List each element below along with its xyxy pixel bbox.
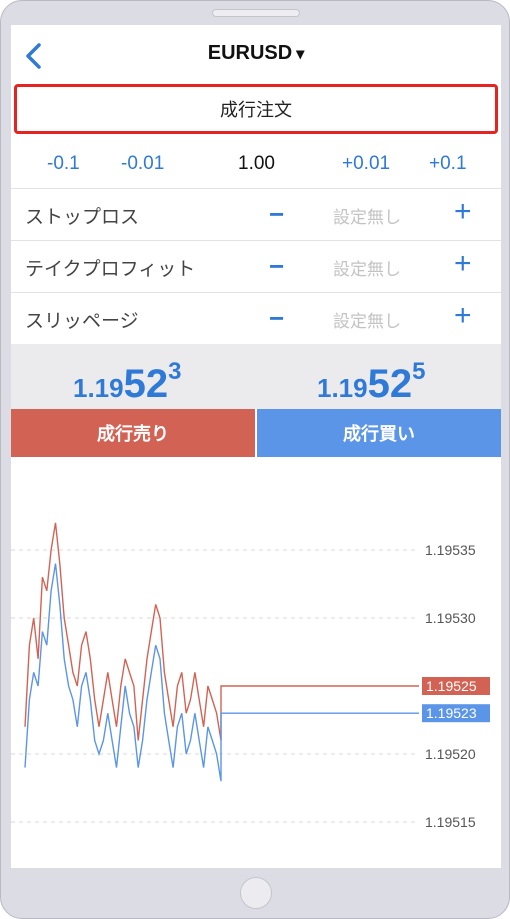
bid-price: 1.19523 bbox=[73, 358, 181, 407]
ask-price: 1.19525 bbox=[317, 358, 425, 407]
order-type-selector[interactable]: 成行注文 bbox=[14, 84, 498, 134]
market-buy-label: 成行買い bbox=[343, 424, 415, 445]
stop-loss-value[interactable]: 設定無し bbox=[333, 203, 401, 228]
stop-loss-row: ストップロス − 設定無し + bbox=[11, 189, 501, 241]
stop-loss-plus-button[interactable]: + bbox=[454, 195, 472, 229]
take-profit-label: テイクプロフィット bbox=[25, 258, 196, 280]
slippage-label: スリッページ bbox=[25, 310, 139, 332]
slippage-minus-button[interactable]: − bbox=[269, 303, 284, 334]
take-profit-row: テイクプロフィット − 設定無し + bbox=[11, 241, 501, 293]
y-tick-label: 1.19530 bbox=[425, 610, 476, 626]
bid-price-line bbox=[24, 563, 419, 782]
lot-plus-0.1-button[interactable]: +0.1 bbox=[429, 153, 467, 175]
header: EURUSD ▾ bbox=[11, 25, 501, 83]
price-band: 1.19523 1.19525 bbox=[11, 344, 501, 409]
ask-price-pips: 52 bbox=[367, 362, 413, 406]
market-sell-button[interactable]: 成行売り bbox=[11, 409, 255, 457]
market-sell-label: 成行売り bbox=[97, 424, 169, 445]
symbol-selector[interactable]: EURUSD ▾ bbox=[11, 42, 501, 65]
symbol-name: EURUSD bbox=[207, 42, 293, 64]
slippage-plus-button[interactable]: + bbox=[454, 299, 472, 333]
lot-value: 1.00 bbox=[238, 153, 275, 174]
ask-price-prefix: 1.19 bbox=[317, 373, 368, 403]
y-tick-label: 1.19535 bbox=[425, 542, 476, 558]
bid-price-pips: 52 bbox=[123, 362, 169, 406]
last-price-label: 1.19525 bbox=[426, 678, 477, 694]
lot-row: -0.1 -0.01 1.00 +0.01 +0.1 bbox=[11, 139, 501, 189]
take-profit-minus-button[interactable]: − bbox=[269, 251, 284, 282]
home-button[interactable] bbox=[240, 877, 272, 909]
last-price-label: 1.19523 bbox=[426, 705, 477, 721]
lot-minus-0.1-button[interactable]: -0.1 bbox=[47, 153, 80, 175]
bid-price-prefix: 1.19 bbox=[73, 373, 124, 403]
stop-loss-label: ストップロス bbox=[25, 206, 140, 228]
bid-price-fraction: 3 bbox=[168, 358, 182, 385]
ask-price-fraction: 5 bbox=[412, 358, 426, 385]
ask-price-line bbox=[24, 522, 419, 741]
app-screen: EURUSD ▾ 成行注文 -0.1 -0.01 1.00 +0.01 +0.1 … bbox=[11, 25, 501, 868]
slippage-row: スリッページ − 設定無し + bbox=[11, 293, 501, 345]
caret-down-icon: ▾ bbox=[296, 46, 305, 63]
y-tick-label: 1.19520 bbox=[425, 746, 476, 762]
lot-minus-0.01-button[interactable]: -0.01 bbox=[121, 153, 164, 175]
take-profit-value[interactable]: 設定無し bbox=[333, 255, 401, 280]
y-tick-label: 1.19515 bbox=[425, 814, 476, 830]
slippage-value[interactable]: 設定無し bbox=[333, 307, 401, 332]
speaker-grille bbox=[212, 9, 300, 17]
tick-chart: 1.19535 1.19530 1.19520 1.19515 1.19525 1.195… bbox=[11, 522, 490, 830]
lot-plus-0.01-button[interactable]: +0.01 bbox=[342, 153, 390, 175]
take-profit-plus-button[interactable]: + bbox=[454, 247, 472, 281]
stop-loss-minus-button[interactable]: − bbox=[269, 199, 284, 230]
order-type-label: 成行注文 bbox=[220, 100, 292, 121]
market-buy-button[interactable]: 成行買い bbox=[257, 409, 501, 457]
device-frame: EURUSD ▾ 成行注文 -0.1 -0.01 1.00 +0.01 +0.1 … bbox=[0, 0, 510, 919]
